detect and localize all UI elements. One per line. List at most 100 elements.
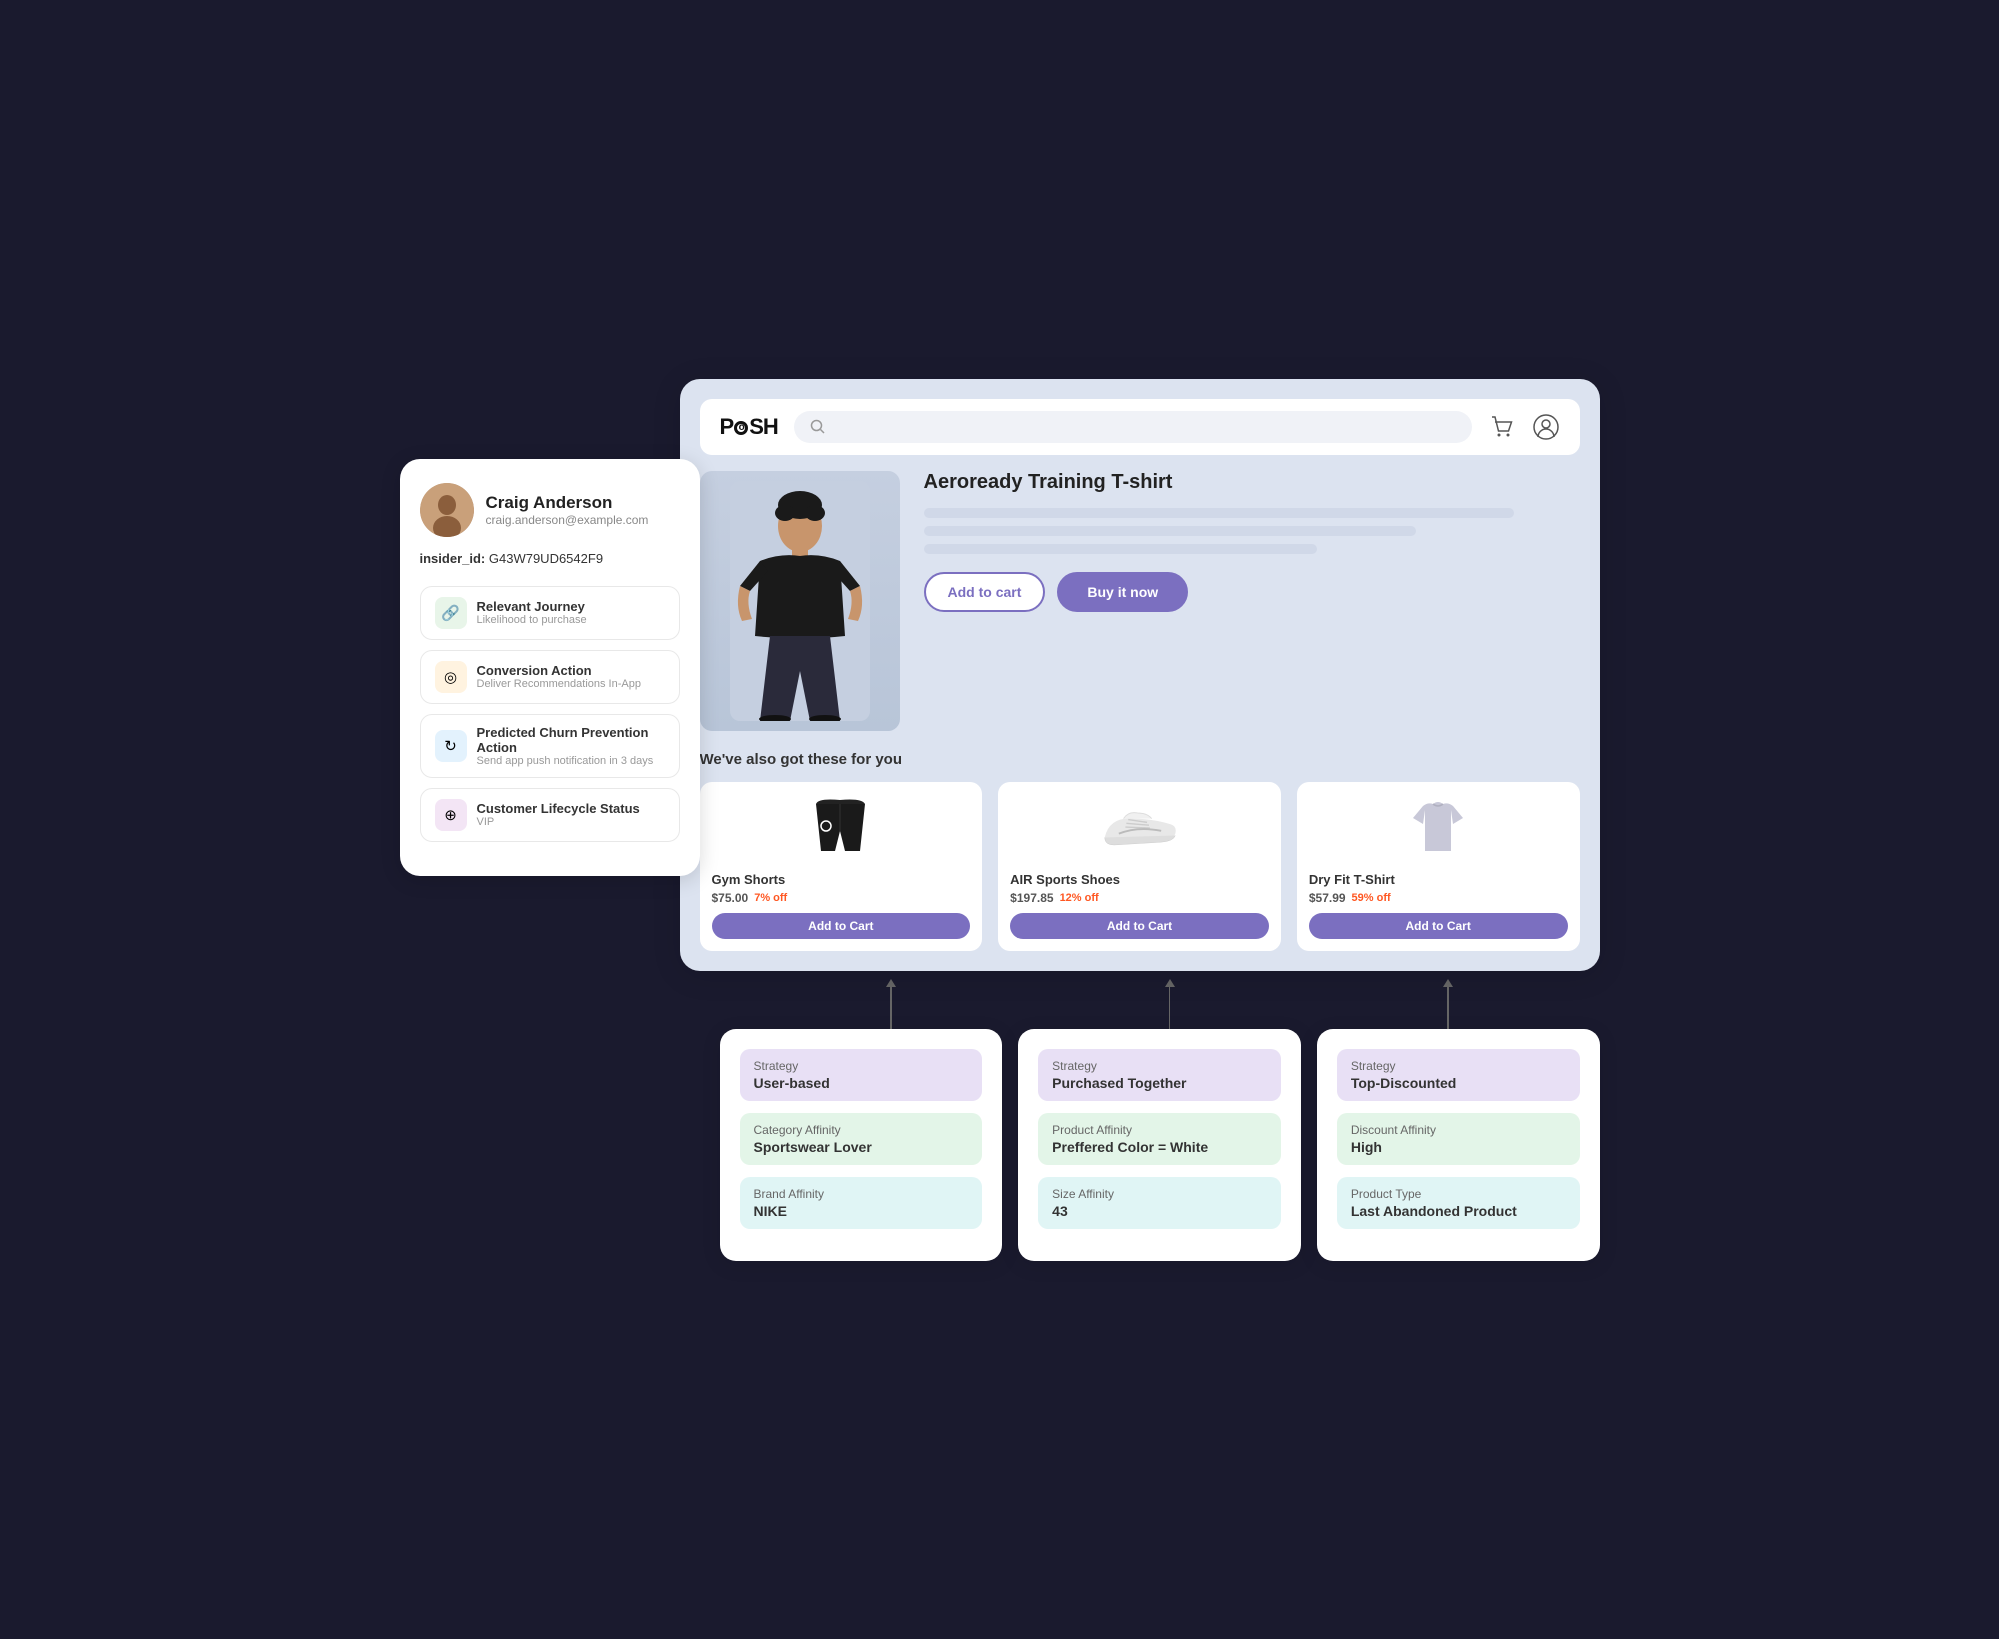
profile-item-conversion: ◎ Conversion Action Deliver Recommendati…	[420, 650, 680, 704]
search-icon	[810, 419, 826, 435]
rec-item-shorts-name: Gym Shorts	[712, 872, 971, 887]
profile-text: Craig Anderson craig.anderson@example.co…	[486, 493, 649, 527]
journey-title: Relevant Journey	[477, 599, 665, 614]
product-image	[700, 471, 900, 731]
arrow-3-line	[1447, 987, 1449, 1029]
badge-value-product-affinity-2: Preffered Color = White	[1052, 1139, 1267, 1155]
strategy-card-top-discounted: Strategy Top-Discounted Discount Affinit…	[1317, 1029, 1600, 1261]
conversion-title: Conversion Action	[477, 663, 665, 678]
rec-item-shorts-prices: $75.00 7% off	[712, 891, 971, 905]
shorts-discount: 7% off	[754, 892, 787, 904]
rec-items-list: Gym Shorts $75.00 7% off Add to Cart	[700, 782, 1580, 951]
conversion-sub: Deliver Recommendations In-App	[477, 678, 665, 690]
product-area: Aeroready Training T-shirt Add to cart B…	[700, 471, 1580, 731]
arrow-1	[886, 979, 896, 1029]
rec-item-shoes-name: AIR Sports Shoes	[1010, 872, 1269, 887]
strategy-card-purchased-together: Strategy Purchased Together Product Affi…	[1018, 1029, 1301, 1261]
desc-line-2	[924, 526, 1416, 536]
tshirt-price: $57.99	[1309, 891, 1346, 905]
badge-discount-3: Discount Affinity High	[1337, 1113, 1580, 1165]
search-bar[interactable]	[794, 411, 1472, 443]
shoes-image	[1100, 794, 1180, 864]
shorts-image	[801, 794, 881, 864]
arrow-3-head	[1443, 979, 1453, 987]
shoes-price: $197.85	[1010, 891, 1053, 905]
browser-mockup: PoSH	[680, 379, 1600, 971]
desc-line-3	[924, 544, 1318, 554]
recommendations-section: We've also got these for you Gym	[700, 751, 1580, 951]
top-section: Craig Anderson craig.anderson@example.co…	[400, 379, 1600, 971]
shorts-add-cart-button[interactable]: Add to Cart	[712, 913, 971, 939]
cart-icon[interactable]	[1488, 413, 1516, 441]
shoes-discount: 12% off	[1060, 892, 1099, 904]
badge-label-strategy-2: Strategy	[1052, 1059, 1267, 1073]
rec-item-tshirt-prices: $57.99 59% off	[1309, 891, 1568, 905]
badge-value-strategy-3: Top-Discounted	[1351, 1075, 1566, 1091]
tshirt-image	[1398, 794, 1478, 864]
arrow-col-2	[1038, 979, 1301, 1029]
arrow-2	[1165, 979, 1175, 1029]
profile-item-relevant-journey: 🔗 Relevant Journey Likelihood to purchas…	[420, 586, 680, 640]
churn-icon: ↻	[435, 730, 467, 762]
arrows-section	[400, 979, 1600, 1029]
churn-sub: Send app push notification in 3 days	[477, 755, 665, 767]
profile-name: Craig Anderson	[486, 493, 649, 513]
badge-brand-1: Brand Affinity NIKE	[740, 1177, 983, 1229]
conversion-icon: ◎	[435, 661, 467, 693]
arrow-col-3	[1317, 979, 1580, 1029]
badge-label-product-type-3: Product Type	[1351, 1187, 1566, 1201]
posh-logo: PoSH	[720, 414, 778, 440]
profile-header: Craig Anderson craig.anderson@example.co…	[420, 483, 680, 537]
badge-product-affinity-2: Product Affinity Preffered Color = White	[1038, 1113, 1281, 1165]
badge-value-discount-3: High	[1351, 1139, 1566, 1155]
badge-value-category-1: Sportswear Lover	[754, 1139, 969, 1155]
badge-value-size-2: 43	[1052, 1203, 1267, 1219]
user-icon[interactable]	[1532, 413, 1560, 441]
strategy-card-user-based: Strategy User-based Category Affinity Sp…	[720, 1029, 1003, 1261]
rec-section-title: We've also got these for you	[700, 751, 1580, 768]
shoes-add-cart-button[interactable]: Add to Cart	[1010, 913, 1269, 939]
badge-value-strategy-1: User-based	[754, 1075, 969, 1091]
lifecycle-text: Customer Lifecycle Status VIP	[477, 801, 665, 828]
product-buttons: Add to cart Buy it now	[924, 572, 1580, 612]
rec-item-shoes: AIR Sports Shoes $197.85 12% off Add to …	[998, 782, 1281, 951]
buy-now-button[interactable]: Buy it now	[1057, 572, 1188, 612]
arrow-3	[1443, 979, 1453, 1029]
insider-id: insider_id: G43W79UD6542F9	[420, 551, 680, 570]
badge-value-strategy-2: Purchased Together	[1052, 1075, 1267, 1091]
rec-item-tshirt: Dry Fit T-Shirt $57.99 59% off Add to Ca…	[1297, 782, 1580, 951]
rec-item-tshirt-name: Dry Fit T-Shirt	[1309, 872, 1568, 887]
browser-nav-icons	[1488, 413, 1560, 441]
browser-header: PoSH	[700, 399, 1580, 455]
rec-item-shoes-prices: $197.85 12% off	[1010, 891, 1269, 905]
desc-line-1	[924, 508, 1514, 518]
badge-value-brand-1: NIKE	[754, 1203, 969, 1219]
lifecycle-sub: VIP	[477, 816, 665, 828]
shorts-price: $75.00	[712, 891, 749, 905]
lifecycle-title: Customer Lifecycle Status	[477, 801, 665, 816]
avatar	[420, 483, 474, 537]
badge-size-2: Size Affinity 43	[1038, 1177, 1281, 1229]
badge-strategy-3: Strategy Top-Discounted	[1337, 1049, 1580, 1101]
badge-value-product-type-3: Last Abandoned Product	[1351, 1203, 1566, 1219]
product-title: Aeroready Training T-shirt	[924, 471, 1580, 494]
profile-item-churn: ↻ Predicted Churn Prevention Action Send…	[420, 714, 680, 778]
tshirt-add-cart-button[interactable]: Add to Cart	[1309, 913, 1568, 939]
badge-label-product-affinity-2: Product Affinity	[1052, 1123, 1267, 1137]
churn-text: Predicted Churn Prevention Action Send a…	[477, 725, 665, 767]
arrow-2-head	[1165, 979, 1175, 987]
add-to-cart-button[interactable]: Add to cart	[924, 572, 1046, 612]
product-description	[924, 508, 1580, 554]
conversion-text: Conversion Action Deliver Recommendation…	[477, 663, 665, 690]
profile-card: Craig Anderson craig.anderson@example.co…	[400, 459, 700, 876]
arrow-2-line	[1169, 987, 1171, 1029]
main-container: Craig Anderson craig.anderson@example.co…	[400, 379, 1600, 1261]
badge-label-brand-1: Brand Affinity	[754, 1187, 969, 1201]
badge-label-size-2: Size Affinity	[1052, 1187, 1267, 1201]
journey-text: Relevant Journey Likelihood to purchase	[477, 599, 665, 626]
profile-item-lifecycle: ⊕ Customer Lifecycle Status VIP	[420, 788, 680, 842]
profile-email: craig.anderson@example.com	[486, 513, 649, 527]
lifecycle-icon: ⊕	[435, 799, 467, 831]
badge-label-category-1: Category Affinity	[754, 1123, 969, 1137]
badge-category-1: Category Affinity Sportswear Lover	[740, 1113, 983, 1165]
